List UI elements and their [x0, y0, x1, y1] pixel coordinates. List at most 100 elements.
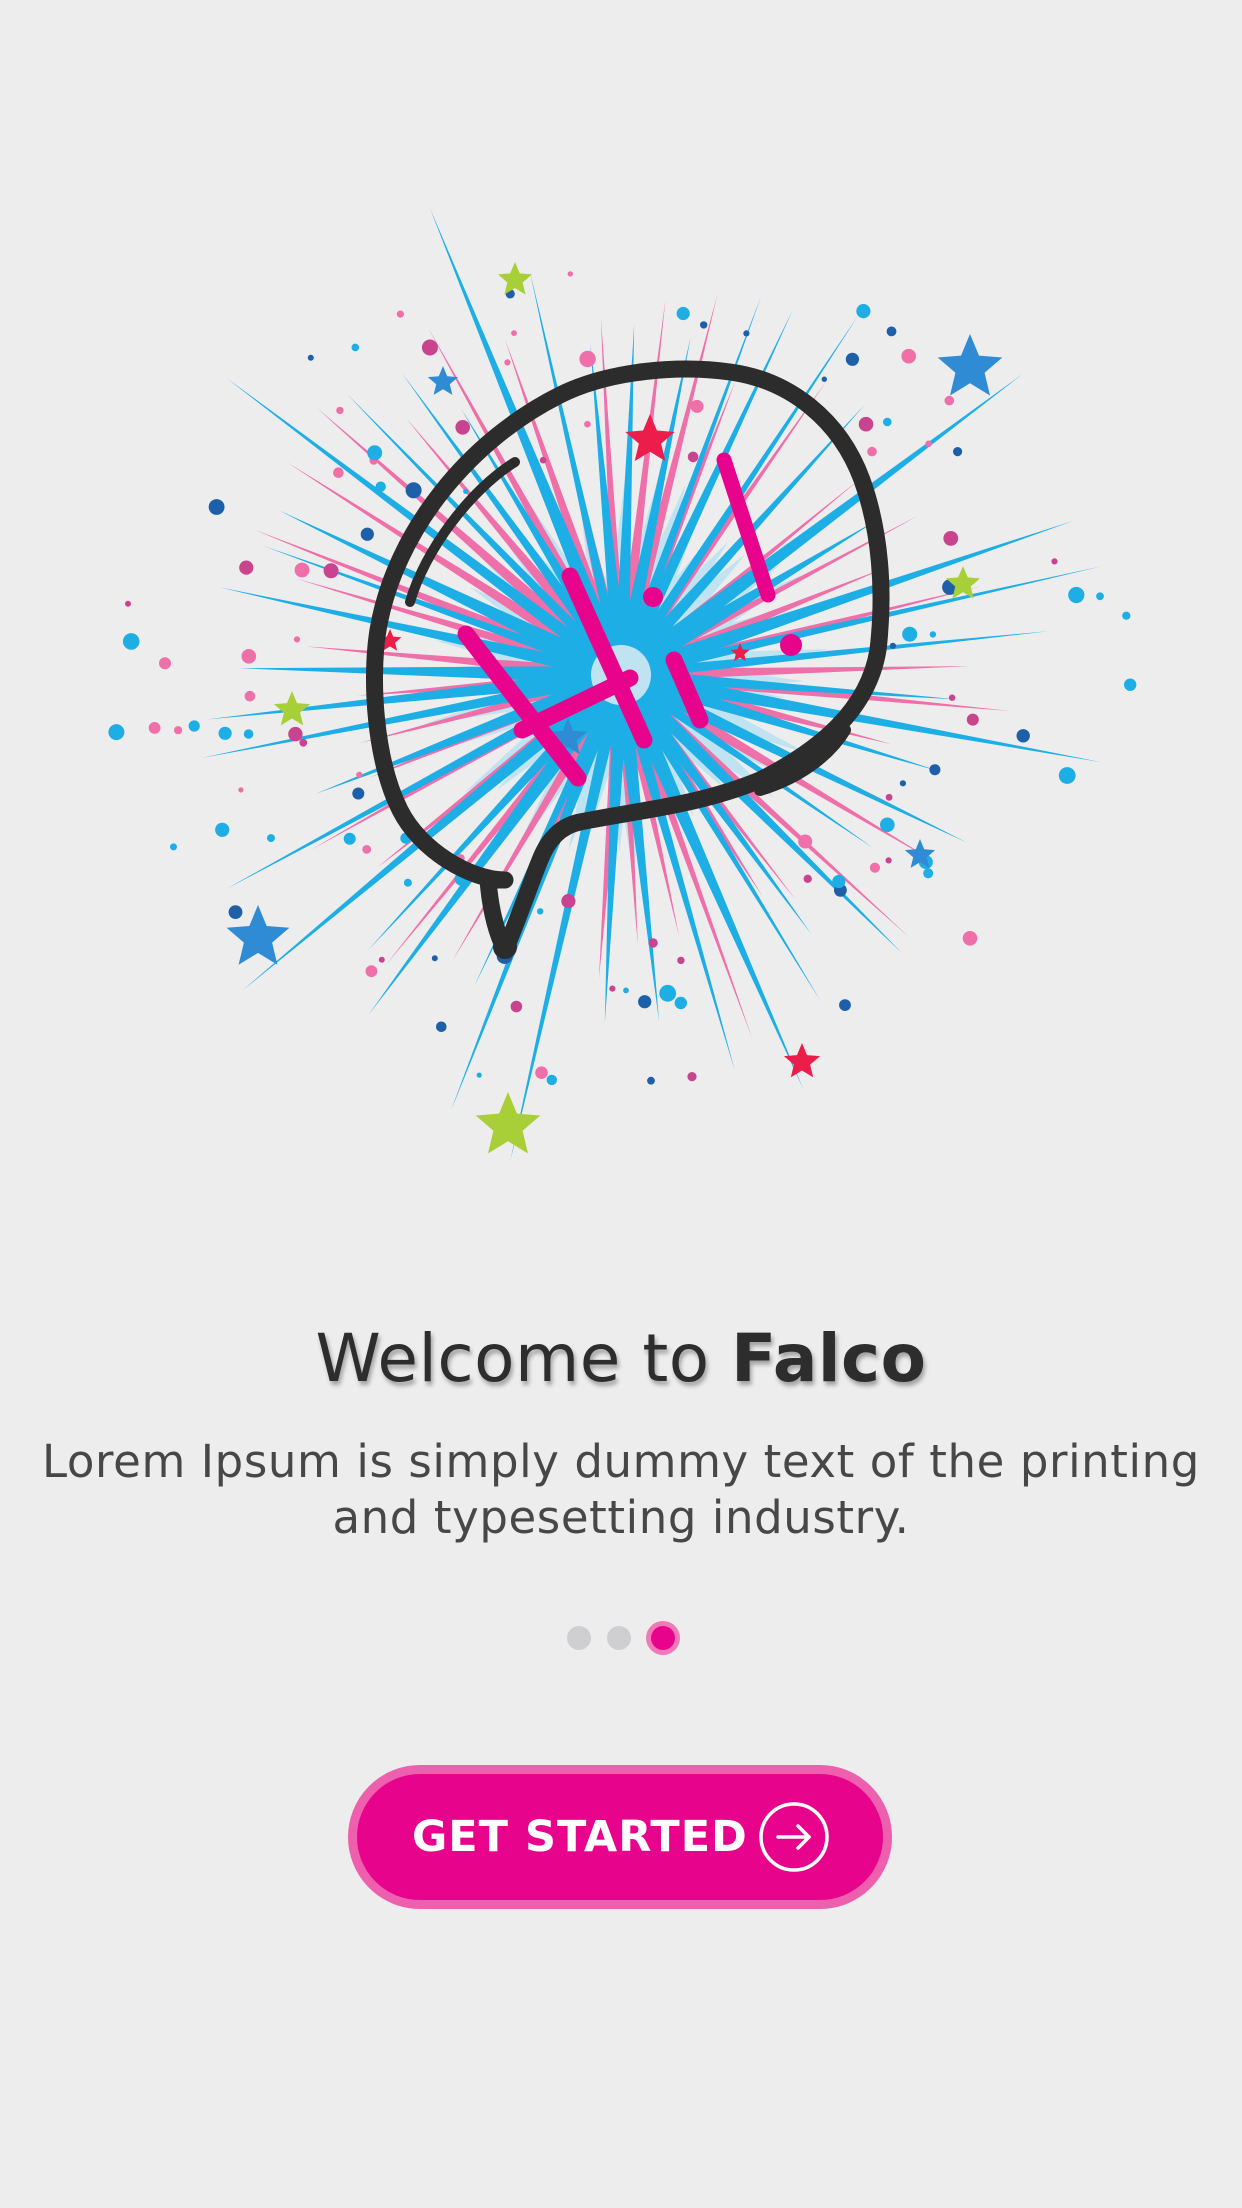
confetti-dot: [966, 713, 979, 726]
confetti-dot: [403, 878, 412, 887]
confetti-dot: [962, 931, 978, 946]
hero-svg: [108, 207, 1137, 1162]
star-icon: [783, 1043, 821, 1078]
confetti-dot: [1058, 767, 1076, 784]
star-icon: [937, 334, 1003, 396]
confetti-dot: [108, 724, 125, 741]
confetti-dot: [511, 330, 517, 336]
confetti-dot: [365, 965, 378, 978]
confetti-dot: [360, 527, 374, 541]
confetti-dot: [1096, 592, 1104, 601]
confetti-dot: [883, 417, 892, 427]
confetti-dot: [948, 694, 956, 701]
confetti-dot: [362, 845, 372, 854]
confetti-dot: [546, 1074, 557, 1086]
confetti-dot: [293, 636, 301, 643]
confetti-dot: [421, 339, 438, 356]
confetti-dot: [1124, 678, 1137, 691]
confetti-dot: [858, 416, 874, 432]
get-started-button[interactable]: GET STARTED: [348, 1765, 892, 1909]
confetti-dot: [561, 894, 576, 909]
confetti-dot: [431, 955, 438, 962]
confetti-dot: [148, 722, 161, 734]
confetti-dot: [241, 649, 257, 664]
confetti-dot: [396, 310, 404, 318]
star-icon: [497, 262, 533, 295]
confetti-dot: [1122, 611, 1131, 620]
confetti-dot: [378, 956, 385, 963]
confetti-dot: [208, 499, 225, 515]
confetti-dot: [375, 481, 386, 492]
confetti-dot: [299, 738, 308, 747]
page-description: Lorem Ipsum is simply dummy text of the …: [42, 1435, 1200, 1544]
page-indicator: [0, 1626, 1242, 1650]
confetti-dot: [122, 633, 140, 650]
confetti-dot: [885, 793, 893, 801]
confetti-dot: [1016, 729, 1030, 743]
confetti-dot: [638, 995, 652, 1009]
confetti-dot: [647, 1076, 655, 1085]
confetti-dot: [343, 832, 356, 845]
confetti-dot: [676, 306, 690, 321]
confetti-dot: [356, 771, 363, 778]
star-icon: [427, 366, 459, 395]
burst-ray: [239, 666, 592, 683]
confetti-dot: [405, 482, 422, 499]
confetti-dot: [539, 456, 547, 464]
confetti-dot: [885, 857, 892, 864]
star-icon: [475, 1092, 541, 1154]
confetti-dot: [579, 350, 596, 368]
confetti-dot: [294, 562, 310, 578]
confetti-dot: [929, 631, 937, 638]
confetti-dot: [244, 690, 256, 702]
confetti-dot: [886, 326, 897, 337]
confetti-dot: [228, 905, 243, 919]
confetti-dot: [336, 406, 344, 415]
confetti-dot: [567, 271, 573, 277]
confetti-dot: [238, 787, 244, 793]
confetti-dot: [188, 720, 200, 732]
confetti-dot: [923, 868, 934, 879]
confetti-dot: [159, 657, 171, 670]
arrow-right-circle-icon: [759, 1802, 829, 1872]
confetti-dot: [687, 451, 699, 463]
confetti-dot: [455, 420, 471, 435]
confetti-dot: [476, 1072, 482, 1078]
confetti-dot: [677, 956, 685, 965]
confetti-dot: [463, 488, 469, 494]
confetti-dot: [288, 726, 303, 742]
confetti-dot: [174, 726, 183, 735]
confetti-dot: [832, 874, 846, 889]
page-dot-2[interactable]: [607, 1626, 631, 1650]
confetti-dot: [880, 817, 895, 833]
confetti-dot: [953, 447, 963, 457]
confetti-dot: [239, 560, 254, 575]
confetti-dot: [1051, 558, 1058, 565]
confetti-dot: [623, 987, 629, 994]
confetti-dot: [856, 304, 871, 319]
confetti-dot: [943, 531, 959, 546]
confetti-dot: [537, 908, 544, 915]
page-dot-1[interactable]: [567, 1626, 591, 1650]
confetti-dot: [839, 999, 851, 1011]
page-title: Welcome to Falco: [0, 1320, 1242, 1397]
confetti-dot: [845, 352, 860, 366]
confetti-dot: [687, 1072, 697, 1082]
confetti-dot: [393, 502, 399, 508]
confetti-dot: [659, 984, 677, 1002]
confetti-dot: [700, 321, 708, 329]
confetti-dot: [803, 874, 812, 883]
confetti-dot: [170, 843, 177, 851]
confetti-dot: [1068, 586, 1085, 604]
confetti-dot: [584, 420, 591, 428]
confetti-dot: [215, 822, 230, 837]
confetti-dot: [867, 446, 877, 457]
confetti-dot: [674, 996, 687, 1010]
confetti-dot: [899, 780, 907, 787]
confetti-dot: [436, 1021, 447, 1033]
confetti-dot: [648, 938, 658, 948]
confetti-dot: [125, 600, 131, 607]
page-dot-3-active[interactable]: [651, 1626, 675, 1650]
confetti-dot: [902, 626, 918, 642]
confetti-dot: [929, 764, 941, 776]
